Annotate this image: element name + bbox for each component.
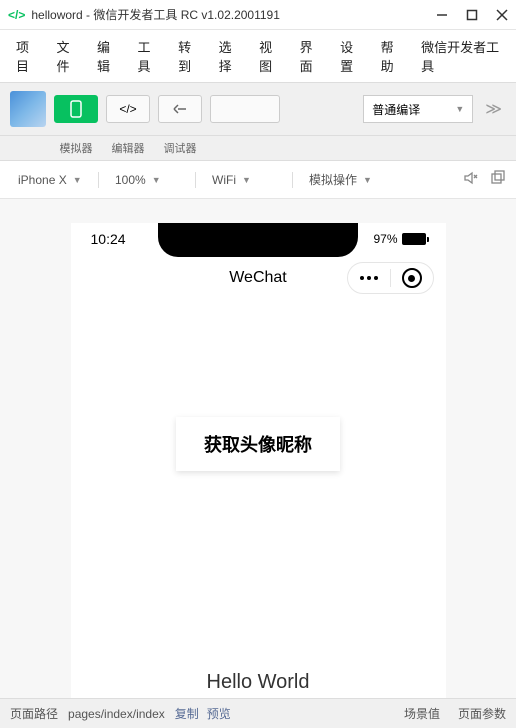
maximize-button[interactable] <box>466 9 478 21</box>
capsule-close-button[interactable] <box>391 263 433 293</box>
compile-mode-label: 普通编译 <box>372 101 420 118</box>
menu-interface[interactable]: 界面 <box>292 34 331 78</box>
compile-mode-select[interactable]: 普通编译 ▼ <box>363 95 473 123</box>
miniprogram-header: WeChat <box>71 251 446 297</box>
debugger-label: 调试器 <box>158 140 202 156</box>
header-title: WeChat <box>229 269 287 287</box>
simulator-toolbar: iPhone X▼ 100%▼ WiFi▼ 模拟操作▼ <box>0 161 516 199</box>
titlebar: </> helloword - 微信开发者工具 RC v1.02.2001191 <box>0 0 516 30</box>
get-userinfo-button[interactable]: 获取头像昵称 <box>176 417 340 471</box>
chevron-down-icon: ▼ <box>152 175 161 185</box>
mock-select[interactable]: 模拟操作▼ <box>301 167 381 192</box>
battery-icon <box>402 233 426 245</box>
simulator-area: 10:24 97% WeChat 获取头像昵称 Hello World <box>0 199 516 698</box>
menubar: 项目 文件 编辑 工具 转到 选择 视图 界面 设置 帮助 微信开发者工具 <box>0 30 516 83</box>
menu-settings[interactable]: 设置 <box>332 34 371 78</box>
chevron-down-icon: ▼ <box>363 175 372 185</box>
menu-goto[interactable]: 转到 <box>170 34 209 78</box>
page-path-value: pages/index/index <box>68 707 165 721</box>
network-select[interactable]: WiFi▼ <box>204 169 284 191</box>
page-content: 获取头像昵称 Hello World <box>71 297 446 698</box>
capsule <box>347 262 434 294</box>
close-button[interactable] <box>496 9 508 21</box>
toolbar-blank-button[interactable] <box>210 95 280 123</box>
menu-view[interactable]: 视图 <box>251 34 290 78</box>
battery-indicator: 97% <box>373 232 425 246</box>
menu-devtools[interactable]: 微信开发者工具 <box>413 34 508 78</box>
page-params-label[interactable]: 页面参数 <box>458 705 506 722</box>
separator <box>292 172 293 188</box>
scene-value-label[interactable]: 场景值 <box>404 705 440 722</box>
mute-icon[interactable] <box>462 170 478 189</box>
menu-project[interactable]: 项目 <box>8 34 47 78</box>
toolbar-more-button[interactable]: ≫ <box>481 99 506 119</box>
chevron-down-icon: ▼ <box>73 175 82 185</box>
toolbar-labels: 模拟器 编辑器 调试器 <box>0 136 516 161</box>
hello-world-text: Hello World <box>207 671 310 694</box>
menu-file[interactable]: 文件 <box>49 34 88 78</box>
dots-icon <box>360 276 378 280</box>
menu-tools[interactable]: 工具 <box>130 34 169 78</box>
app-icon: </> <box>8 8 25 22</box>
editor-button[interactable]: </> <box>106 95 150 123</box>
device-select[interactable]: iPhone X▼ <box>10 169 90 191</box>
menu-edit[interactable]: 编辑 <box>89 34 128 78</box>
phone-frame: 10:24 97% WeChat 获取头像昵称 Hello World <box>71 223 446 698</box>
toolbar: </> 普通编译 ▼ ≫ <box>0 83 516 136</box>
bottom-bar: 页面路径 pages/index/index 复制 预览 场景值 页面参数 <box>0 698 516 728</box>
simulator-button[interactable] <box>54 95 98 123</box>
zoom-select[interactable]: 100%▼ <box>107 169 187 191</box>
window-title: helloword - 微信开发者工具 RC v1.02.2001191 <box>31 6 436 23</box>
chevron-down-icon: ▼ <box>455 104 464 114</box>
menu-select[interactable]: 选择 <box>211 34 250 78</box>
chevron-down-icon: ▼ <box>242 175 251 185</box>
page-path-label: 页面路径 <box>10 705 58 722</box>
copy-link[interactable]: 复制 <box>175 705 199 722</box>
project-thumbnail[interactable] <box>10 91 46 127</box>
capsule-menu-button[interactable] <box>348 263 390 293</box>
menu-help[interactable]: 帮助 <box>373 34 412 78</box>
status-time: 10:24 <box>91 231 126 247</box>
minimize-button[interactable] <box>436 9 448 21</box>
debugger-button[interactable] <box>158 95 202 123</box>
simulator-label: 模拟器 <box>54 140 98 156</box>
target-icon <box>402 268 422 288</box>
battery-percent: 97% <box>373 232 397 246</box>
editor-label: 编辑器 <box>106 140 150 156</box>
preview-link[interactable]: 预览 <box>207 705 231 722</box>
separator <box>195 172 196 188</box>
separator <box>98 172 99 188</box>
popout-icon[interactable] <box>490 170 506 189</box>
